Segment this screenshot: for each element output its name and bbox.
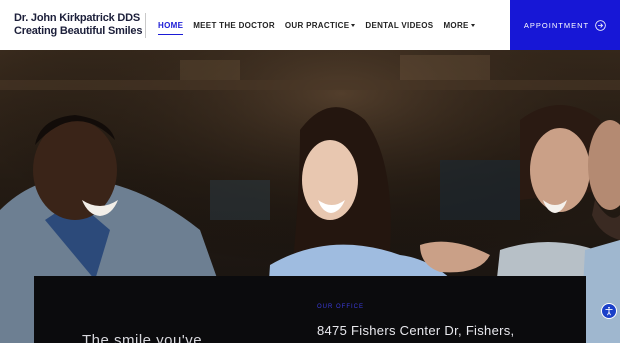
accessibility-icon xyxy=(605,306,613,316)
arrow-circle-right-icon xyxy=(595,19,606,31)
header-divider xyxy=(145,13,146,38)
chevron-down-icon xyxy=(351,23,356,27)
site-header: Dr. John Kirkpatrick DDS Creating Beauti… xyxy=(0,0,620,50)
main-nav: HOME MEET THE DOCTOR OUR PRACTICE DENTAL… xyxy=(158,0,485,50)
brand-name: Dr. John Kirkpatrick DDS xyxy=(14,12,141,24)
nav-item-label: HOME xyxy=(158,20,184,30)
nav-item-label: DENTAL VIDEOS xyxy=(365,20,434,30)
nav-item-meet-the-doctor[interactable]: MEET THE DOCTOR xyxy=(193,21,275,30)
nav-item-more[interactable]: MORE xyxy=(443,20,475,30)
appointment-button[interactable]: APPOINTMENT xyxy=(510,0,620,50)
nav-item-dental-videos[interactable]: DENTAL VIDEOS xyxy=(365,21,433,30)
office-address[interactable]: 8475 Fishers Center Dr, Fishers, xyxy=(317,323,514,338)
brand-logo[interactable]: Dr. John Kirkpatrick DDS Creating Beauti… xyxy=(14,12,143,38)
office-info-card: OUR OFFICE 8475 Fishers Center Dr, Fishe… xyxy=(34,276,586,343)
chevron-down-icon xyxy=(470,23,475,27)
nav-item-label: OUR PRACTICE xyxy=(284,20,350,30)
nav-item-our-practice[interactable]: OUR PRACTICE xyxy=(285,21,356,30)
accessibility-button[interactable] xyxy=(601,303,617,319)
nav-item-label: MEET THE DOCTOR xyxy=(193,20,275,30)
nav-item-label: MORE xyxy=(443,20,469,30)
appointment-label: APPOINTMENT xyxy=(523,20,590,30)
hero-tagline: The smile you've xyxy=(82,332,203,343)
nav-item-home[interactable]: HOME xyxy=(158,20,184,35)
office-label: OUR OFFICE xyxy=(317,304,364,310)
brand-tagline: Creating Beautiful Smiles xyxy=(14,25,143,37)
